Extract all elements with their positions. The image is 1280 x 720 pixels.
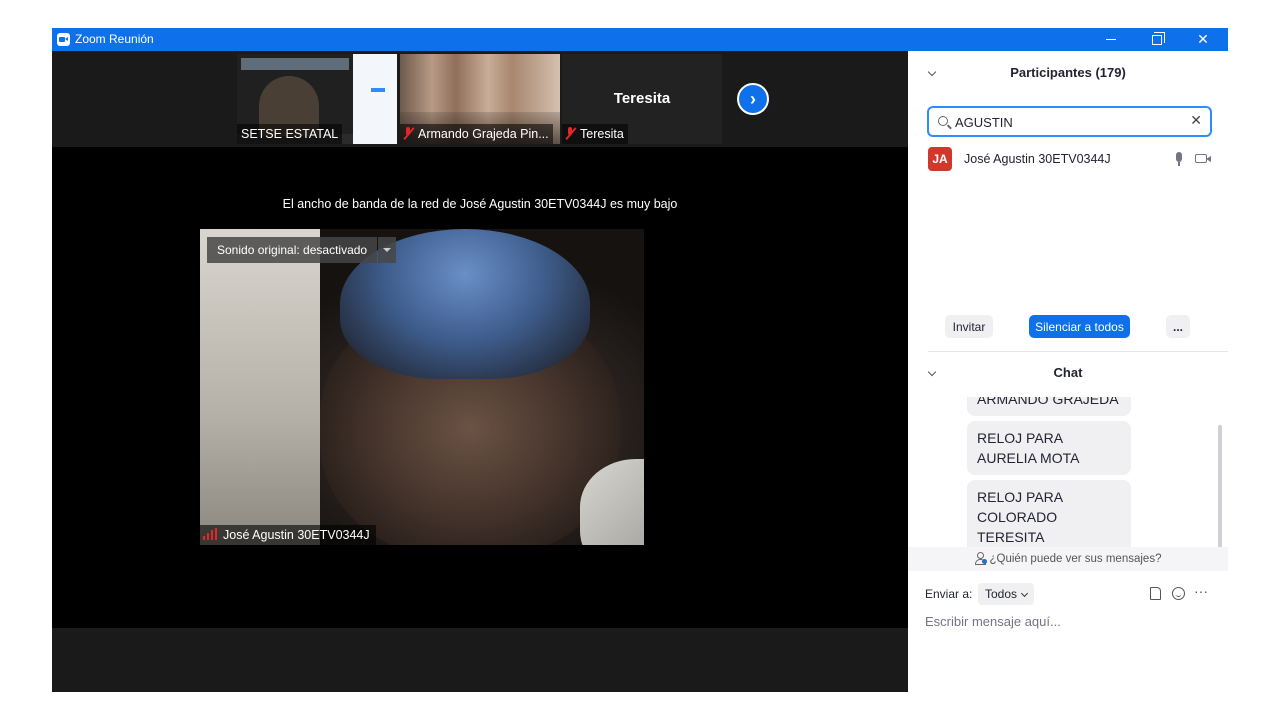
meeting-controls-area	[52, 628, 908, 692]
who-can-see-text: ¿Quién puede ver sus mensajes?	[989, 553, 1162, 565]
emoji-icon[interactable]	[1172, 587, 1185, 600]
close-icon: ✕	[1197, 31, 1209, 47]
more-icon[interactable]: ···	[1194, 583, 1208, 599]
minimize-button[interactable]	[1088, 28, 1134, 51]
video-thumbnail[interactable]: Teresita Teresita	[562, 54, 722, 144]
original-sound-toggle[interactable]: Sonido original: desactivado	[207, 237, 397, 263]
thumbnail-center-name: Teresita	[613, 90, 671, 107]
window-title: Zoom Reunión	[75, 32, 154, 46]
send-to-label: Enviar a:	[925, 587, 973, 601]
participant-search[interactable]: ✕	[927, 106, 1212, 137]
file-icon[interactable]	[1150, 587, 1161, 600]
mute-all-button[interactable]: Silenciar a todos	[1029, 315, 1130, 338]
chevron-right-icon: ›	[750, 88, 756, 109]
video-camera-icon[interactable]	[1195, 154, 1211, 163]
signal-strength-icon	[203, 528, 219, 540]
bandwidth-notice: El ancho de banda de la red de José Agus…	[282, 197, 678, 211]
person-icon	[974, 552, 987, 565]
thumbnail-strip: SETSE ESTATAL Armando Grajeda Pin... Ter…	[52, 51, 908, 147]
close-window-button[interactable]: ✕	[1180, 28, 1226, 51]
thumbnail-name: Teresita	[562, 124, 628, 144]
muted-mic-icon	[404, 127, 413, 139]
original-sound-label: Sonido original: desactivado	[207, 237, 378, 263]
chat-message-input[interactable]	[925, 610, 1215, 632]
chat-messages: ARMANDO GRAJEDA RELOJ PARA AURELIA MOTA …	[908, 397, 1228, 547]
original-sound-dropdown[interactable]	[378, 237, 397, 263]
thumbnail-name: Armando Grajeda Pin...	[400, 124, 553, 144]
video-thumbnail[interactable]: Armando Grajeda Pin...	[400, 54, 560, 144]
panel-divider	[928, 351, 1228, 352]
zoom-window: Zoom Reunión ✕ SETSE ESTATAL Armando Gra…	[52, 28, 1228, 692]
side-panel: Participantes (179) ✕ JA José Agustin 30…	[908, 51, 1228, 692]
restore-icon	[1152, 31, 1165, 45]
send-to-row: Enviar a: Todos ···	[925, 583, 1215, 605]
invite-button[interactable]: Invitar	[945, 315, 993, 338]
speaker-name-text: José Agustin 30ETV0344J	[223, 528, 370, 542]
participants-header: Participantes (179)	[1010, 65, 1126, 80]
chat-message: RELOJ PARA AURELIA MOTA	[967, 421, 1131, 475]
avatar: JA	[928, 147, 952, 171]
minimize-icon	[1106, 39, 1116, 40]
send-to-select[interactable]: Todos	[978, 583, 1035, 605]
muted-mic-icon	[566, 127, 575, 139]
chat-message: ARMANDO GRAJEDA	[967, 397, 1131, 416]
thumbnail-name-text: Teresita	[580, 127, 624, 141]
clear-search-icon[interactable]: ✕	[1190, 112, 1202, 129]
thumbnail-name-text: Armando Grajeda Pin...	[418, 127, 549, 141]
restore-button[interactable]	[1134, 28, 1180, 51]
title-bar: Zoom Reunión ✕	[52, 28, 1228, 51]
zoom-logo-icon	[57, 33, 70, 46]
who-can-see-link[interactable]: ¿Quién puede ver sus mensajes?	[908, 547, 1228, 571]
send-to-value: Todos	[985, 587, 1018, 601]
shared-document-image	[353, 54, 397, 144]
search-icon	[938, 116, 948, 126]
video-thumbnail[interactable]: SETSE ESTATAL	[237, 54, 397, 144]
meeting-stage: SETSE ESTATAL Armando Grajeda Pin... Ter…	[52, 51, 908, 692]
participant-row[interactable]: JA José Agustin 30ETV0344J	[926, 145, 1216, 171]
microphone-icon[interactable]	[1175, 152, 1183, 166]
speaker-name-tag: José Agustin 30ETV0344J	[200, 525, 376, 545]
chat-message: RELOJ PARA COLORADO TERESITA	[967, 480, 1131, 547]
thumbnail-name: SETSE ESTATAL	[237, 124, 343, 144]
active-speaker-video[interactable]: Sonido original: desactivado José Agusti…	[200, 229, 644, 545]
participant-name: José Agustin 30ETV0344J	[964, 152, 1111, 166]
next-page-button[interactable]: ›	[737, 83, 769, 115]
more-options-button[interactable]: ...	[1166, 315, 1190, 338]
chevron-down-icon	[1020, 589, 1029, 598]
participant-search-input[interactable]	[955, 113, 1175, 131]
chat-header: Chat	[1053, 365, 1083, 380]
